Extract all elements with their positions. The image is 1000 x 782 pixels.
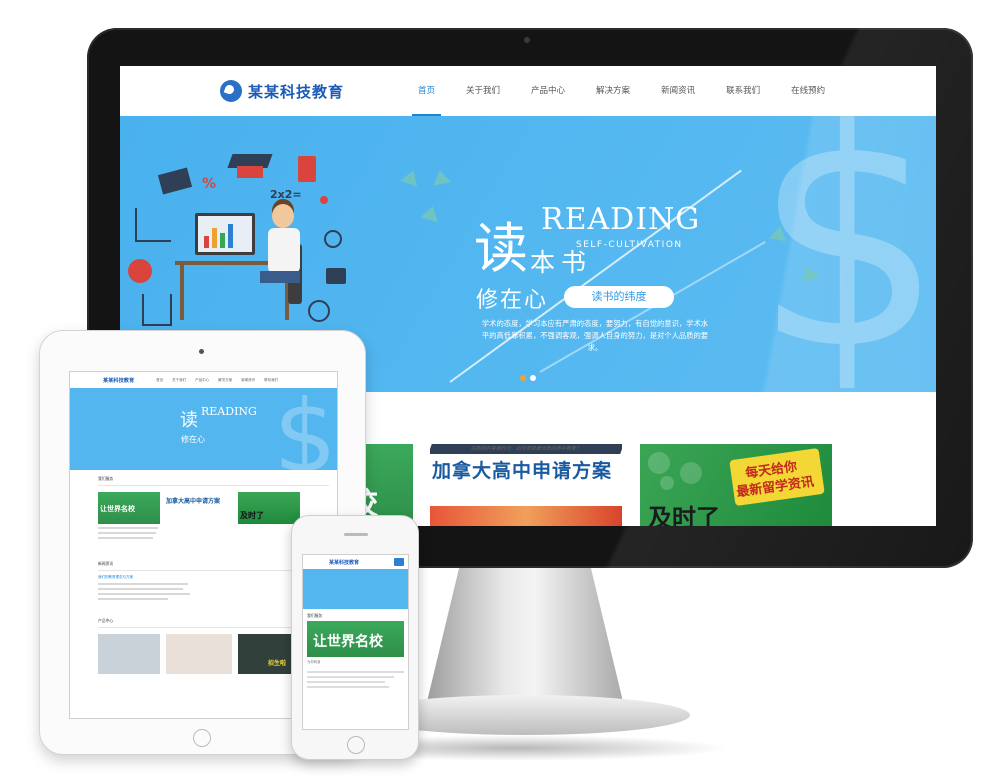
tablet-logo[interactable]: 某某科技教育 bbox=[103, 377, 134, 384]
nav-item-about[interactable]: 关于我们 bbox=[466, 66, 500, 116]
tablet-nav-item[interactable]: 首页 bbox=[156, 378, 163, 383]
menu-icon[interactable] bbox=[394, 558, 404, 566]
tablet-banner[interactable]: $ 读 READING 修在心 bbox=[70, 388, 337, 470]
tablet-banner-char: 读 bbox=[180, 410, 198, 431]
phone-home-button[interactable] bbox=[347, 736, 365, 754]
site-logo[interactable]: 某某科技教育 bbox=[220, 80, 344, 102]
device-mockup-stage: 某某科技教育 首页 关于我们 产品中心 解决方案 新闻资讯 联系我们 在线预约 … bbox=[0, 0, 1000, 782]
site-header: 某某科技教育 首页 关于我们 产品中心 解决方案 新闻资讯 联系我们 在线预约 bbox=[120, 66, 936, 116]
tablet-card-news[interactable]: 及时了 bbox=[238, 492, 300, 524]
logo-text: 某某科技教育 bbox=[248, 82, 345, 101]
person-head bbox=[272, 204, 294, 228]
molecule-icon bbox=[320, 196, 328, 204]
triangle-decoration bbox=[400, 167, 422, 187]
banner-dot-active[interactable] bbox=[520, 375, 526, 381]
person-legs bbox=[260, 271, 300, 283]
card-canada-caption: 在刚刚的青春时光，如何享受最优质的高中教育？ bbox=[430, 444, 622, 454]
phone-logo[interactable]: 某某科技教育 bbox=[329, 559, 359, 566]
triangle-decoration bbox=[420, 203, 442, 223]
percent-icon: % bbox=[202, 176, 217, 192]
banner-char-ben: 本书 bbox=[530, 248, 593, 277]
tablet-card-school[interactable]: 让世界名校 bbox=[98, 492, 160, 524]
banner-reading-title: READING bbox=[541, 202, 701, 237]
formula-text: 2x2= bbox=[270, 188, 302, 201]
dollar-sign-decoration: $ bbox=[753, 116, 936, 392]
phone-card-text: 让世界名校 bbox=[313, 634, 383, 650]
tablet-nav-item[interactable]: 联系我们 bbox=[264, 378, 278, 383]
phone-card-sub: 为你转身 bbox=[307, 660, 321, 664]
book-stack-icon bbox=[237, 166, 263, 178]
tablet-section-title: 我们服务 bbox=[98, 476, 329, 486]
nav-item-booking[interactable]: 在线预约 bbox=[791, 66, 825, 116]
computer-screen-illustration bbox=[195, 213, 255, 255]
person-body bbox=[268, 228, 300, 273]
clock-icon bbox=[324, 230, 342, 248]
tablet-nav-item[interactable]: 产品中心 bbox=[195, 378, 209, 383]
banner-description: 学术的态度，学习本应有严肃的态度，要努力，有自觉的意识，学术水平的高低靠积累，不… bbox=[481, 319, 709, 352]
banner-dot[interactable] bbox=[530, 375, 536, 381]
main-nav: 首页 关于我们 产品中心 解决方案 新闻资讯 联系我们 在线预约 bbox=[411, 66, 856, 116]
circle-decoration bbox=[680, 462, 702, 484]
card-canada-title: 加拿大高中申请方案 bbox=[432, 460, 613, 482]
banner-char-read: 读 bbox=[474, 217, 528, 280]
circle-decoration bbox=[648, 452, 670, 474]
nav-item-home[interactable]: 首页 bbox=[411, 66, 442, 116]
calculator-icon bbox=[298, 156, 316, 182]
logo-icon bbox=[220, 80, 242, 102]
phone-text-lines bbox=[303, 665, 408, 688]
tablet-home-button[interactable] bbox=[193, 729, 211, 747]
monitor-camera bbox=[524, 37, 530, 43]
phone-card-school[interactable]: 让世界名校 bbox=[307, 621, 404, 657]
nav-item-contact[interactable]: 联系我们 bbox=[726, 66, 760, 116]
triangle-decoration bbox=[768, 224, 790, 242]
tablet-nav-item[interactable]: 新闻资讯 bbox=[241, 378, 255, 383]
tablet-card-canada[interactable]: 加拿大高中申请方案 bbox=[166, 492, 232, 524]
tablet-nav-item[interactable]: 解决方案 bbox=[218, 378, 232, 383]
card-canada[interactable]: 在刚刚的青春时光，如何享受最优质的高中教育？ 加拿大高中申请方案 bbox=[430, 444, 622, 526]
monitor-stand bbox=[425, 560, 625, 710]
card-news-big: 及时了 bbox=[648, 504, 720, 526]
banner-pagination bbox=[520, 375, 536, 381]
desk-leg bbox=[180, 265, 184, 320]
phone-banner[interactable] bbox=[303, 569, 408, 609]
tablet-nav-item[interactable]: 关于我们 bbox=[172, 378, 186, 383]
phone-section-title: 我们服务 bbox=[307, 613, 323, 618]
nav-item-solutions[interactable]: 解决方案 bbox=[596, 66, 630, 116]
tablet-banner-xin: 修在心 bbox=[181, 435, 205, 444]
circle-decoration bbox=[660, 476, 674, 490]
banner-xiu-zai-xin: 修在心 bbox=[476, 288, 549, 313]
phone-frame: 某某科技教育 我们服务 让世界名校 为你转身 bbox=[291, 515, 419, 760]
tablet-product-image[interactable] bbox=[166, 634, 232, 674]
triangle-decoration bbox=[430, 168, 452, 186]
medal-icon bbox=[128, 259, 152, 283]
tablet-product-image[interactable] bbox=[98, 634, 160, 674]
tablet-camera bbox=[199, 349, 204, 354]
tablet-nav: 首页 关于我们 产品中心 解决方案 新闻资讯 联系我们 bbox=[156, 378, 278, 383]
card-canada-image bbox=[430, 506, 622, 526]
graph-icon bbox=[135, 208, 171, 242]
phone-screen: 某某科技教育 我们服务 让世界名校 为你转身 bbox=[302, 554, 409, 730]
dollar-sign-decoration: $ bbox=[273, 388, 337, 470]
phone-speaker bbox=[344, 533, 368, 536]
phone-header: 某某科技教育 bbox=[303, 555, 408, 569]
tablet-banner-reading: READING bbox=[201, 405, 257, 418]
tablet-cards-row: 让世界名校 加拿大高中申请方案 及时了 bbox=[98, 492, 329, 524]
tablet-header: 某某科技教育 首页 关于我们 产品中心 解决方案 新闻资讯 联系我们 bbox=[70, 372, 337, 388]
banner-pill-button[interactable]: 读书的纬度 bbox=[564, 286, 674, 308]
test-tubes-icon bbox=[142, 294, 172, 326]
book-icon bbox=[157, 167, 193, 195]
briefcase-icon bbox=[326, 268, 346, 284]
nav-item-news[interactable]: 新闻资讯 bbox=[661, 66, 695, 116]
globe-icon bbox=[308, 300, 330, 322]
card-news[interactable]: 每天给你 最新留学资讯 及时了 bbox=[640, 444, 832, 526]
nav-item-products[interactable]: 产品中心 bbox=[531, 66, 565, 116]
